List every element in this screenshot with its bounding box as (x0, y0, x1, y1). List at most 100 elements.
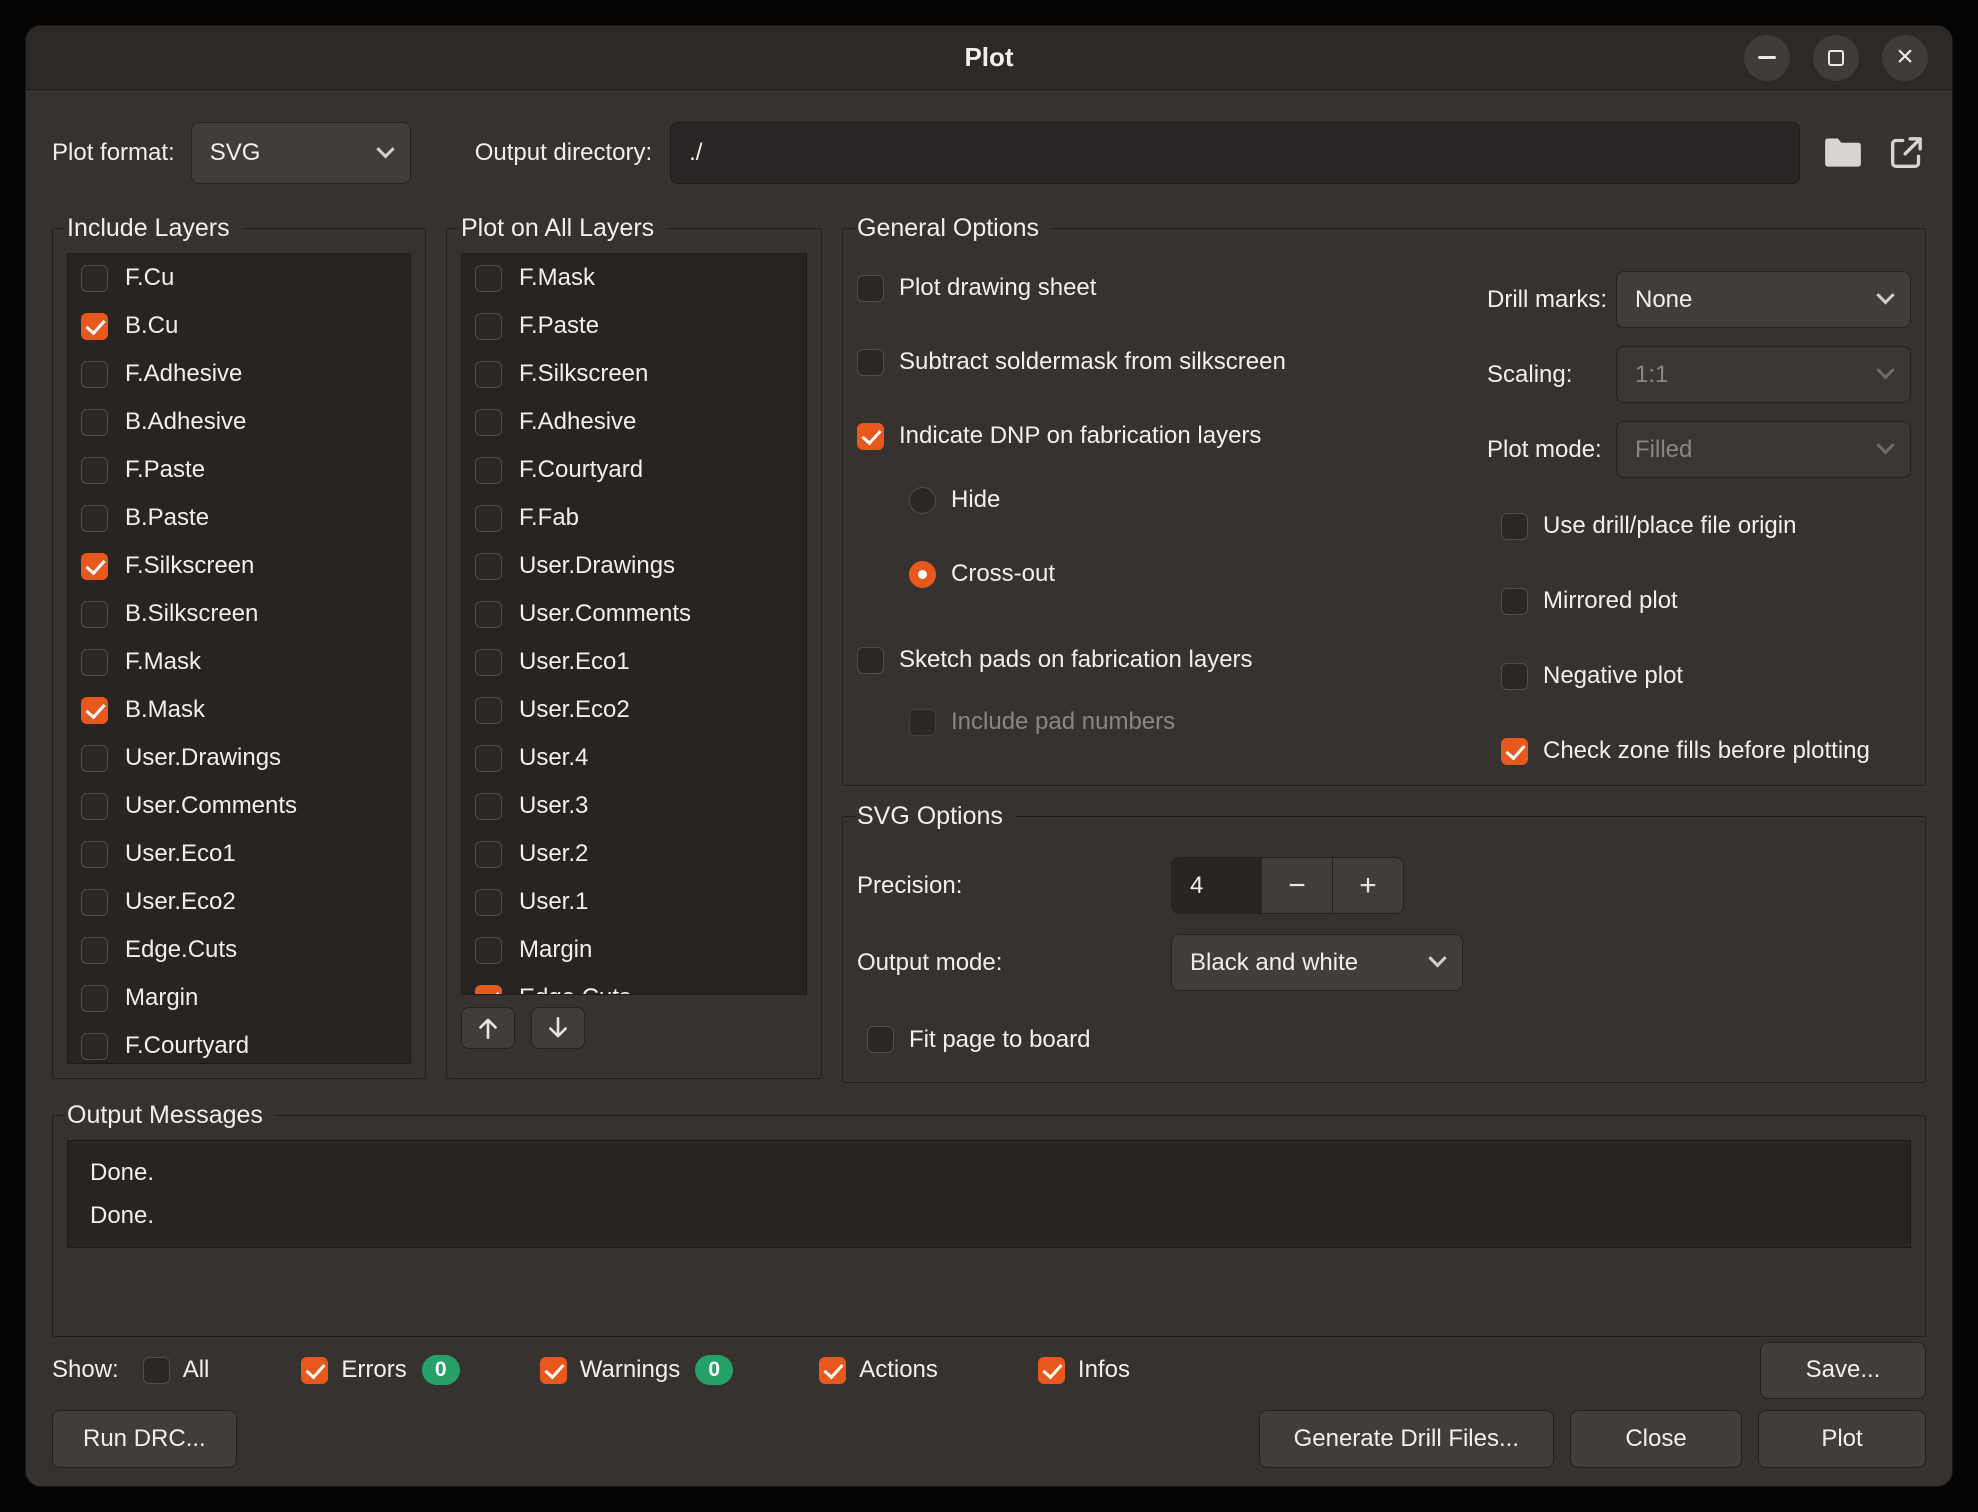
include-layer-row[interactable]: User.Comments (68, 782, 410, 830)
check-zone-fills-option[interactable]: Check zone fills before plotting (1487, 734, 1911, 768)
include-layer-row[interactable]: B.Silkscreen (68, 590, 410, 638)
check-zone-fills-checkbox[interactable] (1501, 738, 1528, 765)
include-layer-row[interactable]: F.Silkscreen (68, 542, 410, 590)
plot-button[interactable]: Plot (1758, 1410, 1926, 1468)
minimize-button[interactable] (1744, 35, 1790, 81)
include-layer-row[interactable]: B.Paste (68, 494, 410, 542)
close-dialog-button[interactable]: Close (1570, 1410, 1742, 1468)
plot-mode-select[interactable]: Filled (1616, 421, 1911, 478)
layer-checkbox[interactable] (81, 601, 108, 628)
filter-all-option[interactable]: All (143, 1356, 210, 1384)
include-layer-row[interactable]: User.Eco1 (68, 830, 410, 878)
layer-checkbox[interactable] (475, 649, 502, 676)
filter-warnings-option[interactable]: Warnings 0 (540, 1355, 733, 1385)
plot-all-layer-row[interactable]: User.Drawings (462, 542, 806, 590)
layer-checkbox[interactable] (81, 937, 108, 964)
layer-checkbox[interactable] (81, 553, 108, 580)
plot-drawing-sheet-option[interactable]: Plot drawing sheet (857, 271, 1487, 305)
layer-checkbox[interactable] (475, 841, 502, 868)
titlebar[interactable]: Plot × (26, 26, 1952, 90)
sketch-pads-option[interactable]: Sketch pads on fabrication layers (857, 643, 1487, 677)
close-button[interactable]: × (1882, 35, 1928, 81)
include-layer-row[interactable]: Edge.Cuts (68, 926, 410, 974)
include-layer-row[interactable]: F.Cu (68, 254, 410, 302)
layer-checkbox[interactable] (81, 697, 108, 724)
layer-checkbox[interactable] (81, 793, 108, 820)
layer-checkbox[interactable] (81, 409, 108, 436)
precision-increment-button[interactable]: + (1332, 858, 1403, 913)
include-layer-row[interactable]: B.Cu (68, 302, 410, 350)
plot-all-layer-row[interactable]: F.Courtyard (462, 446, 806, 494)
drill-marks-select[interactable]: None (1616, 271, 1911, 328)
plot-all-layer-row[interactable]: Edge.Cuts (462, 974, 806, 995)
layer-checkbox[interactable] (475, 265, 502, 292)
layer-checkbox[interactable] (475, 889, 502, 916)
layer-checkbox[interactable] (81, 841, 108, 868)
layer-checkbox[interactable] (475, 505, 502, 532)
plot-all-layer-row[interactable]: User.1 (462, 878, 806, 926)
sketch-pads-checkbox[interactable] (857, 647, 884, 674)
plot-all-layer-row[interactable]: User.2 (462, 830, 806, 878)
include-layer-row[interactable]: User.Eco2 (68, 878, 410, 926)
negative-plot-option[interactable]: Negative plot (1487, 659, 1911, 693)
filter-errors-option[interactable]: Errors 0 (301, 1355, 459, 1385)
maximize-button[interactable] (1813, 35, 1859, 81)
fit-page-option[interactable]: Fit page to board (867, 1023, 1090, 1057)
plot-all-layer-row[interactable]: User.3 (462, 782, 806, 830)
output-directory-input[interactable]: ./ (670, 122, 1800, 184)
filter-all-checkbox[interactable] (143, 1357, 170, 1384)
plot-all-layer-row[interactable]: F.Adhesive (462, 398, 806, 446)
include-layer-row[interactable]: B.Mask (68, 686, 410, 734)
include-layer-row[interactable]: F.Mask (68, 638, 410, 686)
filter-warnings-checkbox[interactable] (540, 1357, 567, 1384)
precision-decrement-button[interactable]: − (1261, 858, 1332, 913)
layer-checkbox[interactable] (475, 793, 502, 820)
plot-all-layer-row[interactable]: User.Eco1 (462, 638, 806, 686)
layer-checkbox[interactable] (475, 457, 502, 484)
use-origin-checkbox[interactable] (1501, 513, 1528, 540)
move-layer-down-button[interactable] (531, 1007, 585, 1049)
output-mode-select[interactable]: Black and white (1171, 934, 1463, 991)
layer-checkbox[interactable] (81, 361, 108, 388)
output-messages-log[interactable]: Done. Done. (67, 1140, 1911, 1248)
filter-errors-checkbox[interactable] (301, 1357, 328, 1384)
dnp-crossout-radio[interactable] (909, 561, 936, 588)
filter-infos-checkbox[interactable] (1038, 1357, 1065, 1384)
dnp-crossout-option[interactable]: Cross-out (857, 557, 1487, 591)
include-layer-row[interactable]: F.Courtyard (68, 1022, 410, 1064)
layer-checkbox[interactable] (475, 601, 502, 628)
filter-infos-option[interactable]: Infos (1038, 1356, 1130, 1384)
plot-all-layer-row[interactable]: Margin (462, 926, 806, 974)
generate-drill-files-button[interactable]: Generate Drill Files... (1259, 1410, 1554, 1468)
run-drc-button[interactable]: Run DRC... (52, 1410, 237, 1468)
include-layer-row[interactable]: F.Paste (68, 446, 410, 494)
fit-page-checkbox[interactable] (867, 1026, 894, 1053)
subtract-soldermask-option[interactable]: Subtract soldermask from silkscreen (857, 345, 1487, 379)
layer-checkbox[interactable] (81, 985, 108, 1012)
layer-checkbox[interactable] (81, 1033, 108, 1060)
mirrored-plot-checkbox[interactable] (1501, 588, 1528, 615)
plot-all-layer-row[interactable]: F.Fab (462, 494, 806, 542)
plot-all-layer-row[interactable]: F.Silkscreen (462, 350, 806, 398)
mirrored-plot-option[interactable]: Mirrored plot (1487, 584, 1911, 618)
dnp-hide-option[interactable]: Hide (857, 483, 1487, 517)
include-layer-row[interactable]: F.Adhesive (68, 350, 410, 398)
plot-drawing-sheet-checkbox[interactable] (857, 275, 884, 302)
layer-checkbox[interactable] (81, 505, 108, 532)
filter-actions-option[interactable]: Actions (819, 1356, 938, 1384)
use-origin-option[interactable]: Use drill/place file origin (1487, 509, 1911, 543)
negative-plot-checkbox[interactable] (1501, 663, 1528, 690)
include-pad-numbers-checkbox[interactable] (909, 709, 936, 736)
plot-all-layer-row[interactable]: User.Eco2 (462, 686, 806, 734)
plot-all-layer-row[interactable]: F.Mask (462, 254, 806, 302)
layer-checkbox[interactable] (81, 265, 108, 292)
layer-checkbox[interactable] (475, 745, 502, 772)
include-pad-numbers-option[interactable]: Include pad numbers (857, 705, 1487, 739)
precision-value[interactable]: 4 (1172, 858, 1261, 913)
layer-checkbox[interactable] (475, 361, 502, 388)
plot-all-layer-row[interactable]: User.Comments (462, 590, 806, 638)
plot-format-select[interactable]: SVG (191, 122, 411, 184)
layer-checkbox[interactable] (475, 553, 502, 580)
layer-checkbox[interactable] (81, 457, 108, 484)
layer-checkbox[interactable] (475, 313, 502, 340)
